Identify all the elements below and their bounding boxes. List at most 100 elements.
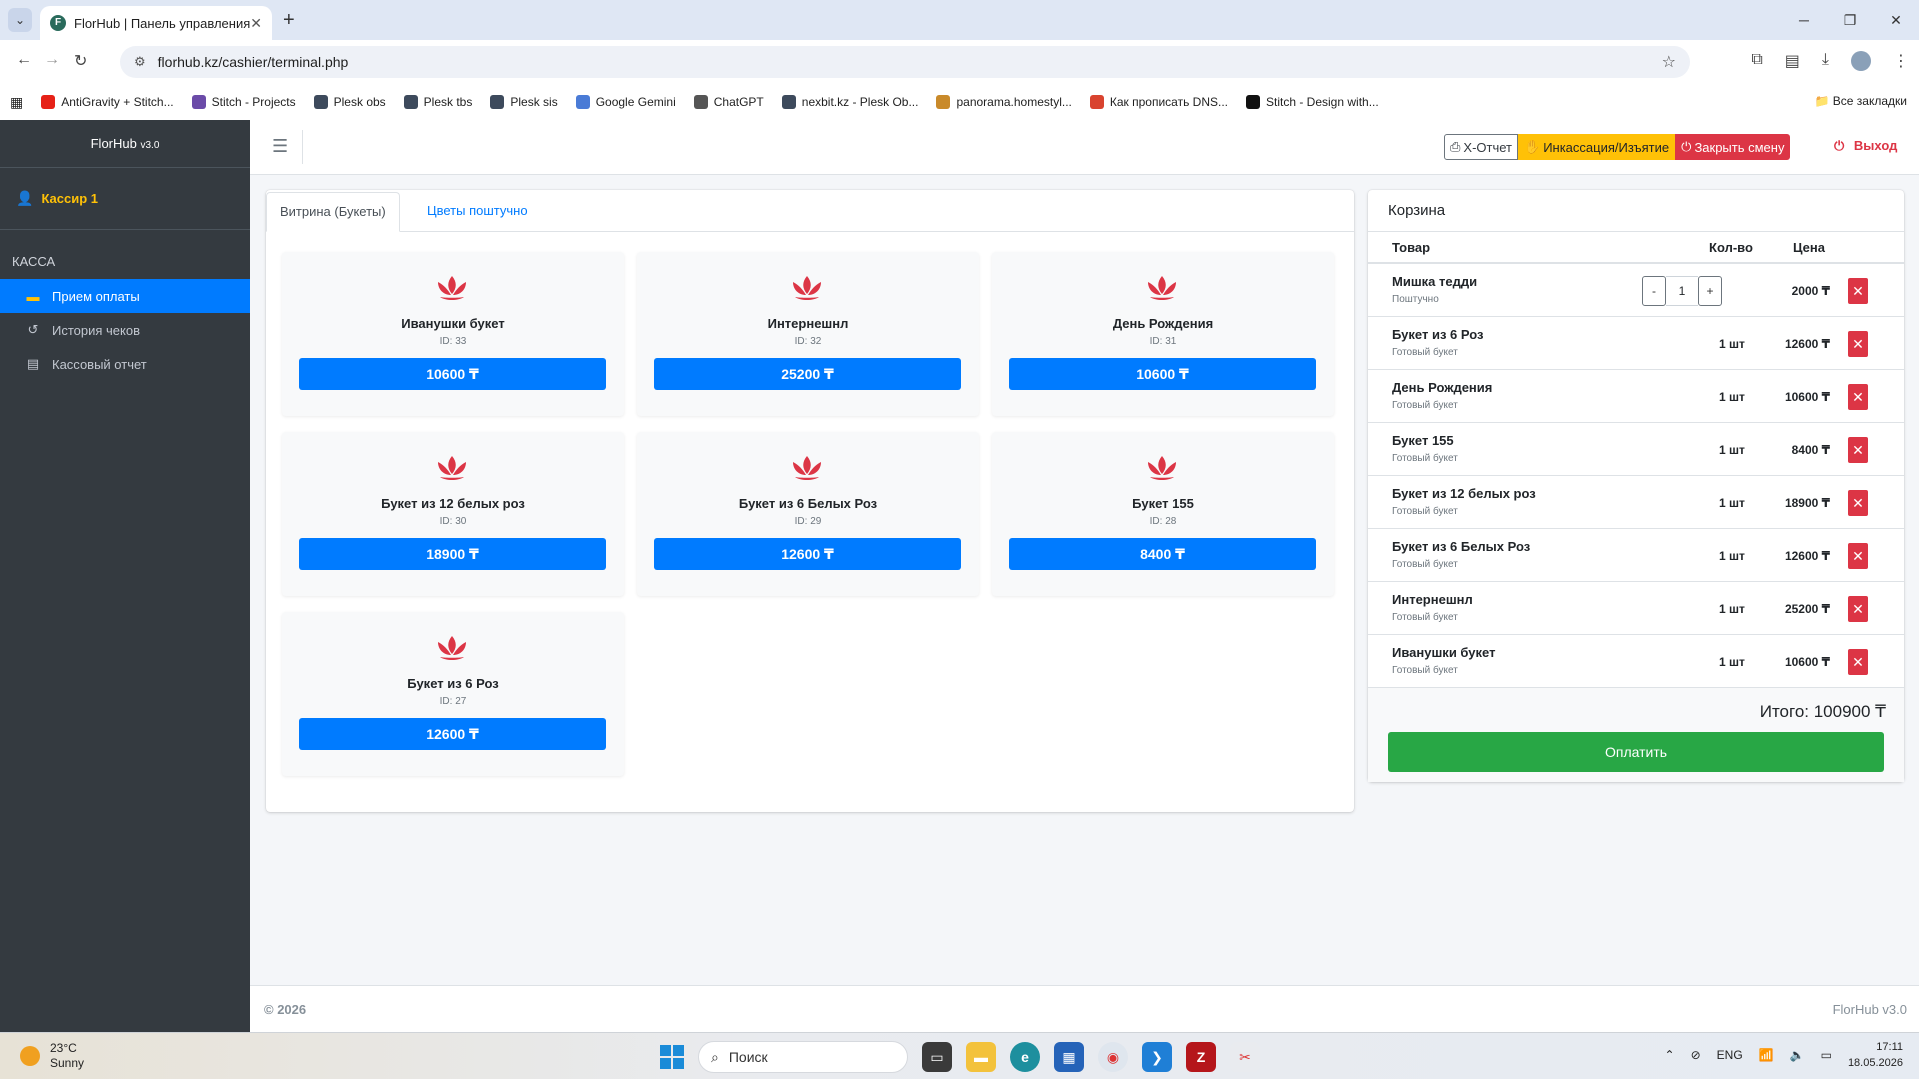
browser-tab[interactable]: F FlorHub | Панель управления ✕ [40, 6, 272, 40]
cart-item-price: 10600 ₸ [1784, 655, 1830, 669]
task-view-icon[interactable]: ▭ [922, 1042, 952, 1072]
bookmark-item[interactable]: Google Gemini [575, 95, 676, 109]
back-icon[interactable]: ← [16, 51, 32, 69]
volume-icon[interactable]: 🔈 [1790, 1048, 1805, 1062]
app-footer: © 2026 FlorHub v3.0 [250, 985, 1919, 1032]
menu-dots-icon[interactable]: ⋮ [1893, 51, 1909, 71]
weather-temp: 23°C [50, 1041, 77, 1055]
remove-item-button[interactable]: ✕ [1848, 543, 1868, 569]
bookmark-star-icon[interactable]: ☆ [1662, 52, 1676, 72]
remove-item-button[interactable]: ✕ [1848, 384, 1868, 410]
wifi-icon[interactable]: 📶 [1759, 1048, 1774, 1062]
forward-icon[interactable]: → [44, 51, 60, 69]
tab-search-chevron-icon[interactable]: ⌄ [8, 8, 32, 32]
bookmark-label: Stitch - Projects [211, 95, 296, 109]
x-report-button[interactable]: ⎙ X-Отчет [1444, 134, 1518, 160]
sidebar-item-report[interactable]: ▤ Кассовый отчет [0, 347, 250, 381]
remove-item-button[interactable]: ✕ [1848, 490, 1868, 516]
add-to-cart-button[interactable]: 8400 ₸ [1009, 538, 1316, 570]
app: FlorHub v3.0 👤 Кассир 1 КАССА ▬ Прием оп… [0, 120, 1919, 1032]
bookmark-item[interactable]: Stitch - Design with... [1246, 95, 1379, 109]
bookmark-item[interactable]: Plesk obs [313, 95, 386, 109]
minimize-icon[interactable]: ─ [1781, 0, 1827, 40]
cart-qty: 1 шт [1719, 602, 1745, 616]
bookmark-item[interactable]: Plesk sis [490, 95, 558, 109]
store-icon[interactable]: ▦ [1054, 1042, 1084, 1072]
bookmark-label: panorama.homestyl... [956, 95, 1072, 109]
close-shift-button[interactable]: ⏻ Закрыть смену [1675, 134, 1791, 160]
filezilla-icon[interactable]: Z [1186, 1042, 1216, 1072]
bookmark-item[interactable]: nexbit.kz - Plesk Ob... [781, 95, 918, 109]
taskbar-search[interactable]: ⌕ Поиск [698, 1041, 908, 1073]
add-to-cart-button[interactable]: 18900 ₸ [299, 538, 606, 570]
qty-plus-button[interactable]: + [1698, 276, 1722, 306]
brand[interactable]: FlorHub v3.0 [0, 120, 250, 168]
flower-icon [787, 454, 827, 482]
user-panel[interactable]: 👤 Кассир 1 [0, 168, 250, 230]
snipping-tool-icon[interactable]: ✂ [1230, 1042, 1260, 1072]
new-tab-icon[interactable]: + [283, 9, 295, 32]
profile-avatar-icon[interactable] [1851, 51, 1871, 71]
reading-mode-icon[interactable]: ▤ [1785, 51, 1800, 71]
extensions-icon[interactable]: ⧉ [1751, 51, 1762, 71]
remove-item-button[interactable]: ✕ [1848, 437, 1868, 463]
incassation-button[interactable]: ✋ Инкассация/Изъятие [1518, 134, 1676, 160]
restore-icon[interactable]: ❐ [1827, 0, 1873, 40]
qty-minus-button[interactable]: - [1642, 276, 1666, 306]
site-info-icon[interactable]: ⚙ [134, 54, 146, 70]
add-to-cart-button[interactable]: 12600 ₸ [299, 718, 606, 750]
bookmark-item[interactable]: panorama.homestyl... [936, 95, 1072, 109]
remove-item-button[interactable]: ✕ [1848, 331, 1868, 357]
window-close-icon[interactable]: ✕ [1873, 0, 1919, 40]
url-field[interactable]: ⚙ florhub.kz/cashier/terminal.php ☆ [120, 46, 1690, 78]
product-name: Интернешнл [767, 316, 849, 331]
bookmark-item[interactable]: Stitch - Projects [191, 95, 296, 109]
hamburger-icon[interactable]: ☰ [272, 136, 288, 157]
apps-grid-icon[interactable]: ▦ [10, 94, 23, 111]
add-to-cart-button[interactable]: 10600 ₸ [299, 358, 606, 390]
add-to-cart-button[interactable]: 25200 ₸ [654, 358, 961, 390]
vscode-icon[interactable]: ❯ [1142, 1042, 1172, 1072]
clock[interactable]: 17:11 18.05.2026 [1848, 1039, 1903, 1071]
cart-item-name: Мишка тедди [1392, 274, 1478, 289]
download-icon[interactable]: ⤓ [1822, 51, 1829, 71]
bookmark-item[interactable]: AntiGravity + Stitch... [41, 95, 174, 109]
sidebar-item-payment[interactable]: ▬ Прием оплаты [0, 279, 250, 313]
tray-chevron-icon[interactable]: ⌃ [1665, 1048, 1675, 1062]
all-bookmarks[interactable]: 📁 Все закладки [1815, 94, 1907, 108]
tab-bouquets[interactable]: Витрина (Букеты) [266, 192, 400, 232]
topbar: ☰ ⎙ X-Отчет ✋ Инкассация/Изъятие ⏻ Закры… [250, 120, 1919, 175]
remove-item-button[interactable]: ✕ [1848, 596, 1868, 622]
windows-start-icon[interactable] [660, 1045, 684, 1069]
battery-icon[interactable]: ▭ [1821, 1048, 1832, 1062]
edge-icon[interactable]: e [1010, 1042, 1040, 1072]
cart-item-price: 25200 ₸ [1784, 602, 1830, 616]
close-icon: ✕ [1852, 389, 1864, 405]
no-network-icon[interactable]: ⊘ [1691, 1048, 1701, 1062]
weather-widget[interactable]: 23°C Sunny [20, 1041, 84, 1071]
qty-input[interactable]: 1 [1666, 276, 1698, 306]
remove-item-button[interactable]: ✕ [1848, 649, 1868, 675]
language-indicator[interactable]: ENG [1717, 1048, 1743, 1062]
bookmark-item[interactable]: ChatGPT [693, 95, 764, 109]
bookmark-item[interactable]: Как прописать DNS... [1089, 95, 1228, 109]
add-to-cart-button[interactable]: 12600 ₸ [654, 538, 961, 570]
cart-table-header: Товар Кол-во Цена [1368, 232, 1904, 264]
florhub-favicon-icon: F [50, 15, 66, 31]
bookmark-item[interactable]: Plesk tbs [403, 95, 472, 109]
pay-button[interactable]: Оплатить [1388, 732, 1884, 772]
tab-close-icon[interactable]: ✕ [250, 15, 262, 32]
cart-total: Итого: 100900 ₸ [1759, 702, 1886, 721]
address-bar: ← → ↻ ⚙ florhub.kz/cashier/terminal.php … [0, 40, 1919, 84]
tab-bar: ⌄ F FlorHub | Панель управления ✕ + ─ ❐ … [0, 0, 1919, 40]
logout-link[interactable]: ⏻ Выход [1834, 138, 1897, 154]
remove-item-button[interactable]: ✕ [1848, 278, 1868, 304]
plesk-icon [313, 95, 328, 109]
file-explorer-icon[interactable]: ▬ [966, 1042, 996, 1072]
add-to-cart-button[interactable]: 10600 ₸ [1009, 358, 1316, 390]
sidebar-item-history[interactable]: ↺ История чеков [0, 313, 250, 347]
cart-card: Корзина Товар Кол-во Цена Мишка тедди По… [1368, 190, 1904, 782]
tab-single-flowers[interactable]: Цветы поштучно [414, 192, 541, 232]
chrome-icon[interactable]: ◉ [1098, 1042, 1128, 1072]
reload-icon[interactable]: ↻ [74, 51, 87, 71]
